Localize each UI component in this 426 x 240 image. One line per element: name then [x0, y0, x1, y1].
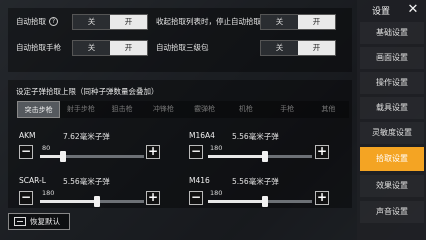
increase-button[interactable]: +	[146, 191, 160, 205]
reset-defaults-label: 恢复默认	[30, 217, 60, 226]
auto-pickup-pistol-label: 自动拾取手枪	[16, 43, 61, 52]
slider-handle[interactable]	[262, 196, 269, 207]
decrease-button[interactable]: −	[19, 191, 33, 205]
ammo-slider[interactable]	[208, 151, 312, 162]
toggle-on[interactable]: 开	[110, 41, 147, 55]
slider-handle[interactable]	[59, 151, 66, 162]
stop-when-list-open-label: 收起拾取列表时，停止自动拾取	[156, 17, 261, 26]
auto-pickup-toggle[interactable]: 关 开	[72, 14, 148, 30]
sidebar-title: 设置	[372, 7, 391, 17]
auto-pickup-pistol-toggle[interactable]: 关 开	[72, 40, 148, 56]
close-icon[interactable]: ✕	[405, 2, 421, 18]
slider-handle[interactable]	[94, 196, 101, 207]
stop-when-list-open-toggle[interactable]: 关 开	[260, 14, 336, 30]
weapon-name: M16A4	[189, 131, 215, 140]
sidebar-item-sensitivity[interactable]: 灵敏度设置	[360, 122, 424, 144]
tab-marksman-rifle[interactable]: 射手步枪	[60, 101, 101, 118]
ammo-value: 180	[210, 144, 223, 152]
ammo-limit-title: 设定子弹拾取上限（同种子弹数量会叠加）	[16, 87, 159, 96]
tab-assault-rifle[interactable]: 突击步枪	[17, 101, 61, 118]
auto-pickup-lv3-backpack-row: 自动拾取三级包	[156, 39, 209, 56]
ammo-slider[interactable]	[40, 151, 144, 162]
increase-button[interactable]: +	[146, 145, 160, 159]
tab-other[interactable]: 其他	[308, 101, 349, 118]
decrease-button[interactable]: −	[189, 191, 203, 205]
tab-pistol[interactable]: 手枪	[267, 101, 308, 118]
weapon-name: AKM	[19, 131, 36, 140]
tab-machine-gun[interactable]: 机枪	[225, 101, 266, 118]
sidebar-item-pickup[interactable]: 拾取设置	[360, 147, 424, 171]
decrease-button[interactable]: −	[189, 145, 203, 159]
auto-pickup-lv3-backpack-toggle[interactable]: 关 开	[260, 40, 336, 56]
increase-button[interactable]: +	[315, 145, 329, 159]
auto-pickup-row: 自动拾取 ?	[16, 13, 58, 30]
ammo-value: 80	[42, 144, 51, 152]
stop-when-list-open-row: 收起拾取列表时，停止自动拾取	[156, 13, 261, 30]
toggle-on[interactable]: 开	[298, 41, 335, 55]
toggle-off[interactable]: 关	[73, 15, 110, 29]
reset-icon	[14, 217, 26, 226]
weapon-name: SCAR-L	[19, 176, 46, 185]
slider-fill	[40, 200, 98, 203]
auto-pickup-lv3-backpack-label: 自动拾取三级包	[156, 43, 209, 52]
ammo-type: 7.62毫米子弹	[63, 132, 110, 141]
reset-defaults-button[interactable]: 恢复默认	[8, 213, 70, 230]
ammo-value: 180	[42, 189, 55, 197]
slider-fill	[208, 200, 266, 203]
sidebar-item-basic[interactable]: 基础设置	[360, 22, 424, 44]
toggle-off[interactable]: 关	[73, 41, 110, 55]
toggle-off[interactable]: 关	[261, 41, 298, 55]
sidebar-item-graphics[interactable]: 画面设置	[360, 47, 424, 69]
ammo-limit-panel	[8, 80, 352, 208]
slider-handle[interactable]	[262, 151, 269, 162]
help-icon[interactable]: ?	[49, 17, 58, 26]
sidebar-item-effects[interactable]: 效果设置	[360, 175, 424, 197]
tab-shotgun[interactable]: 霰弹枪	[184, 101, 225, 118]
tab-sniper-rifle[interactable]: 狙击枪	[102, 101, 143, 118]
ammo-slider[interactable]	[208, 196, 312, 207]
auto-pickup-label: 自动拾取	[16, 17, 46, 26]
sidebar-item-vehicle[interactable]: 载具设置	[360, 97, 424, 119]
toggle-off[interactable]: 关	[261, 15, 298, 29]
sidebar-item-sound[interactable]: 声音设置	[360, 201, 424, 223]
ammo-type: 5.56毫米子弹	[232, 177, 279, 186]
increase-button[interactable]: +	[315, 191, 329, 205]
auto-pickup-pistol-row: 自动拾取手枪	[16, 39, 61, 56]
decrease-button[interactable]: −	[19, 145, 33, 159]
ammo-slider[interactable]	[40, 196, 144, 207]
toggle-on[interactable]: 开	[298, 15, 335, 29]
ammo-type: 5.56毫米子弹	[232, 132, 279, 141]
slider-fill	[208, 155, 266, 158]
ammo-value: 180	[210, 189, 223, 197]
sidebar-item-controls[interactable]: 操作设置	[360, 72, 424, 94]
toggle-on[interactable]: 开	[110, 15, 147, 29]
weapon-category-tabs: 突击步枪 射手步枪 狙击枪 冲锋枪 霰弹枪 机枪 手枪 其他	[17, 101, 349, 118]
weapon-name: M416	[189, 176, 210, 185]
tab-smg[interactable]: 冲锋枪	[143, 101, 184, 118]
ammo-type: 5.56毫米子弹	[63, 177, 110, 186]
